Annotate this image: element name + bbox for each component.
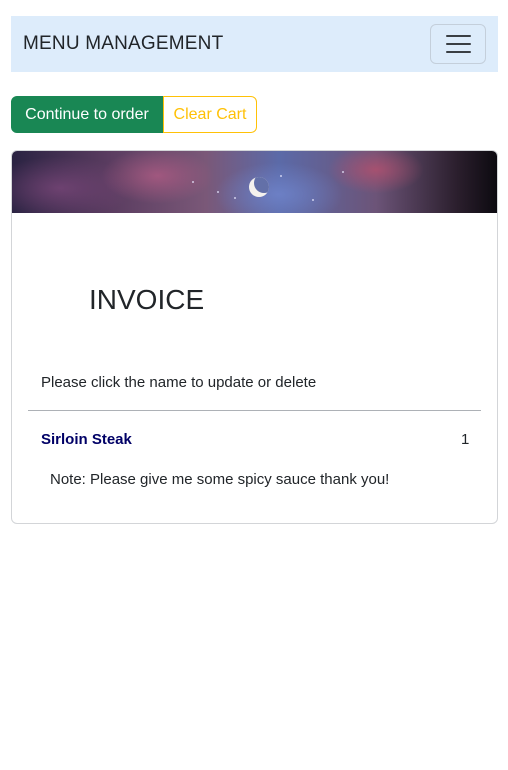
invoice-title: INVOICE: [89, 284, 205, 315]
clear-cart-button[interactable]: Clear Cart: [163, 96, 257, 133]
navbar-toggler-button[interactable]: [430, 24, 486, 64]
invoice-item-note: Note: Please give me some spicy sauce th…: [50, 471, 390, 488]
navbar-brand[interactable]: MENU MANAGEMENT: [23, 33, 223, 55]
night-sky-banner-image: [12, 151, 497, 213]
invoice-divider: [28, 410, 481, 411]
invoice-card: INVOICE Please click the name to update …: [11, 150, 498, 524]
crescent-moon-icon: [249, 177, 269, 197]
hamburger-menu-icon: [445, 34, 471, 54]
invoice-item-name-link[interactable]: Sirloin Steak: [41, 431, 132, 448]
navbar: MENU MANAGEMENT: [11, 16, 498, 72]
invoice-instruction: Please click the name to update or delet…: [41, 374, 317, 391]
cart-action-group: Continue to order Clear Cart: [11, 96, 257, 133]
continue-to-order-button[interactable]: Continue to order: [11, 96, 163, 133]
invoice-item-quantity: 1: [461, 431, 470, 448]
